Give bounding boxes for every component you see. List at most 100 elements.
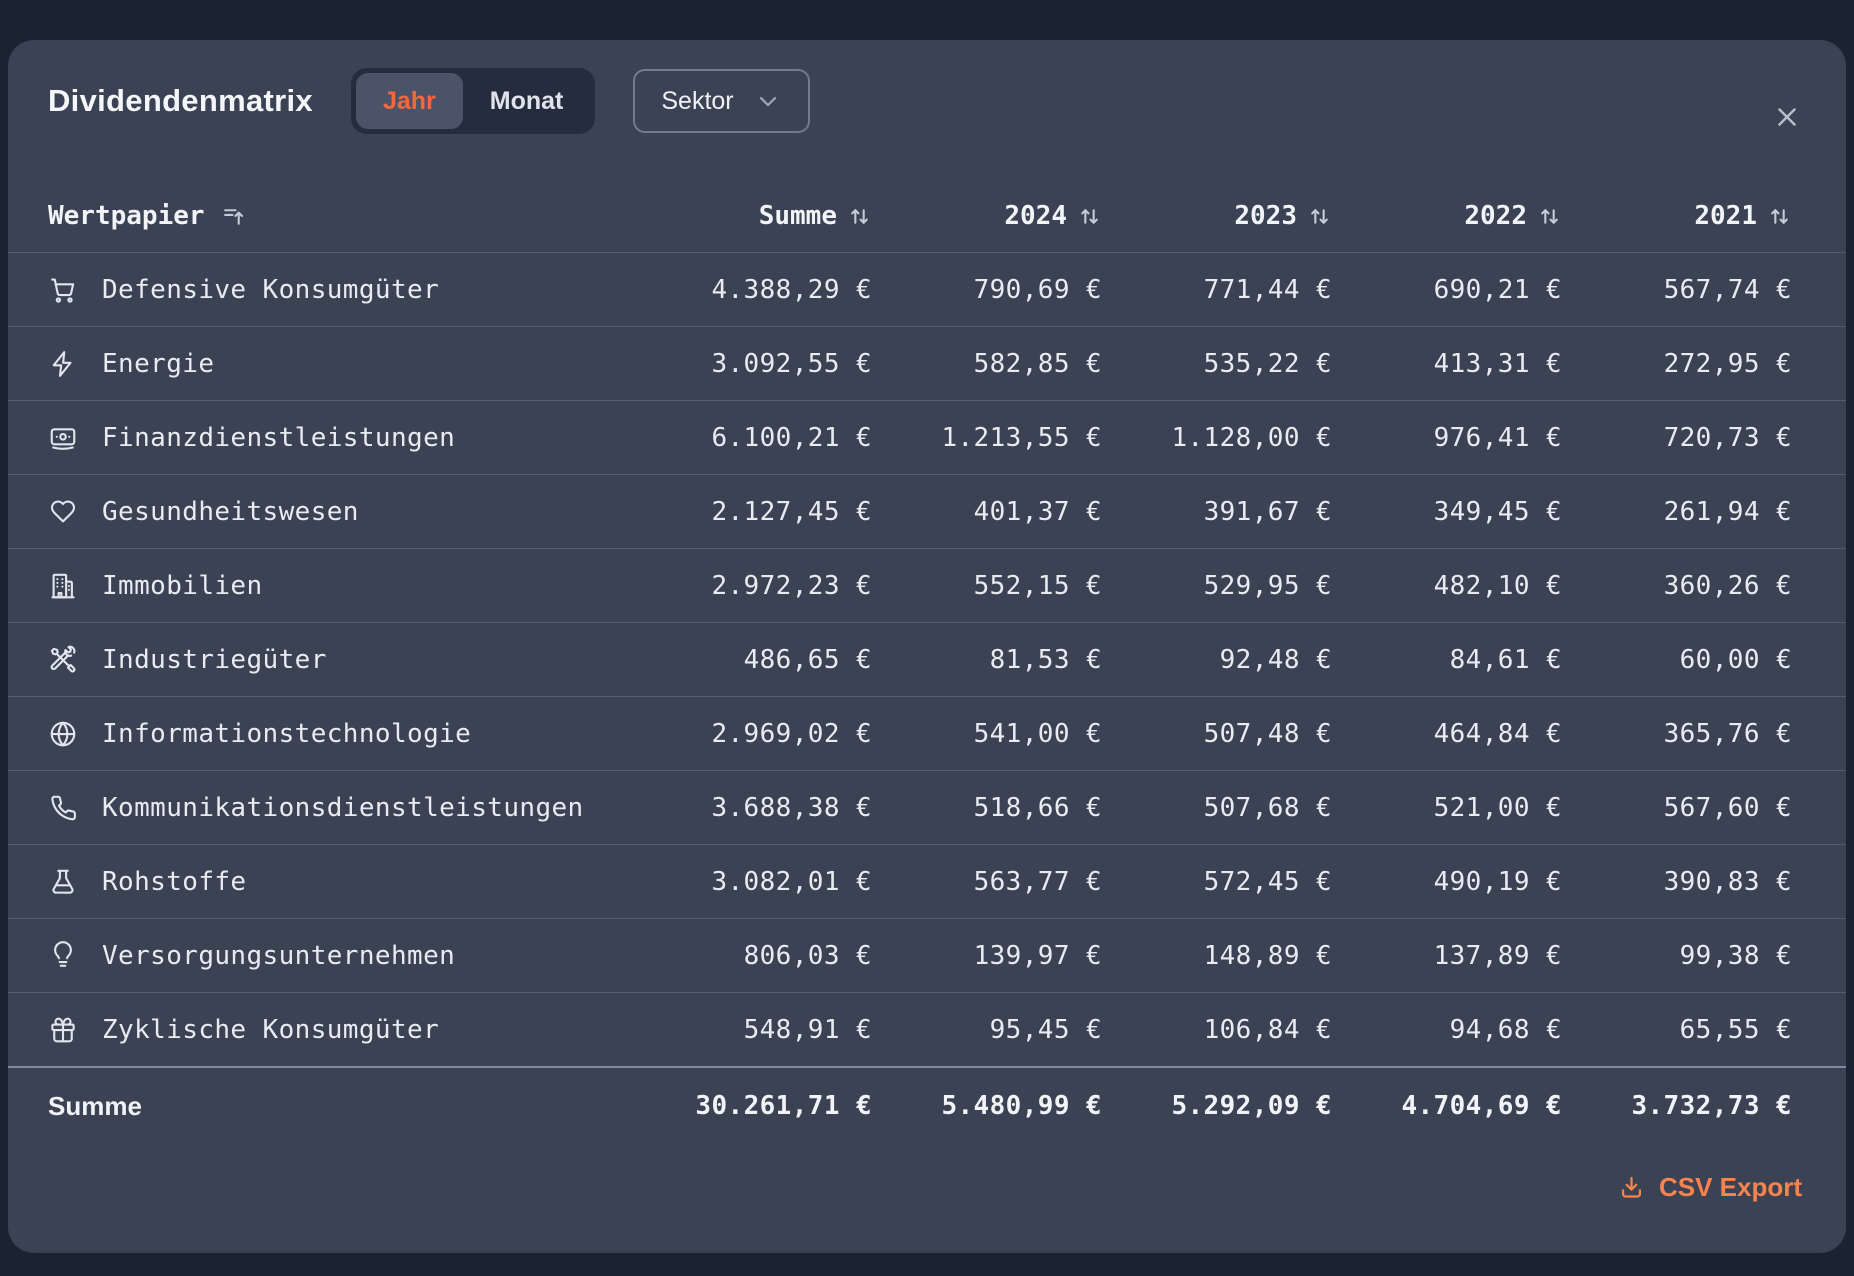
value-2023: 771,44 € (1102, 275, 1332, 305)
globe-icon (48, 719, 78, 749)
table-row: Immobilien 2.972,23 € 552,15 € 529,95 € … (8, 548, 1846, 622)
table-row: Energie 3.092,55 € 582,85 € 535,22 € 413… (8, 326, 1846, 400)
value-2021: 390,83 € (1562, 867, 1792, 897)
row-label-cell: Zyklische Konsumgüter (48, 1015, 642, 1045)
footer-total-2022: 4.704,69 € (1332, 1091, 1562, 1121)
value-2023: 391,67 € (1102, 497, 1332, 527)
table-row: Finanzdienstleistungen 6.100,21 € 1.213,… (8, 400, 1846, 474)
table-row: Informationstechnologie 2.969,02 € 541,0… (8, 696, 1846, 770)
column-header-wertpapier[interactable]: Wertpapier (48, 201, 642, 231)
row-label-cell: Defensive Konsumgüter (48, 275, 642, 305)
footer-label: Summe (48, 1091, 642, 1122)
sort-arrows-icon (1077, 204, 1102, 229)
column-header-summe[interactable]: Summe (642, 201, 872, 231)
table-body: Defensive Konsumgüter 4.388,29 € 790,69 … (8, 252, 1846, 1066)
value-2024: 95,45 € (872, 1015, 1102, 1045)
value-2024: 518,66 € (872, 793, 1102, 823)
column-header-label: Summe (759, 201, 837, 231)
value-2023: 507,68 € (1102, 793, 1332, 823)
value-2023: 148,89 € (1102, 941, 1332, 971)
row-label-cell: Versorgungsunternehmen (48, 941, 642, 971)
sector-label: Versorgungsunternehmen (102, 941, 455, 971)
column-header-2021[interactable]: 2021 (1562, 201, 1792, 231)
phone-icon (48, 793, 78, 823)
value-summe: 4.388,29 € (642, 275, 872, 305)
value-2024: 81,53 € (872, 645, 1102, 675)
value-2024: 1.213,55 € (872, 423, 1102, 453)
value-summe: 3.082,01 € (642, 867, 872, 897)
value-2022: 413,31 € (1332, 349, 1562, 379)
footer-total-2021: 3.732,73 € (1562, 1091, 1792, 1121)
heart-icon (48, 497, 78, 527)
value-2024: 139,97 € (872, 941, 1102, 971)
footer-total-2024: 5.480,99 € (872, 1091, 1102, 1121)
column-header-2024[interactable]: 2024 (872, 201, 1102, 231)
table-row: Industriegüter 486,65 € 81,53 € 92,48 € … (8, 622, 1846, 696)
value-2022: 690,21 € (1332, 275, 1562, 305)
value-2023: 92,48 € (1102, 645, 1332, 675)
value-summe: 548,91 € (642, 1015, 872, 1045)
value-2022: 482,10 € (1332, 571, 1562, 601)
value-2021: 567,74 € (1562, 275, 1792, 305)
toggle-jahr-button[interactable]: Jahr (356, 73, 463, 129)
table-row: Rohstoffe 3.082,01 € 563,77 € 572,45 € 4… (8, 844, 1846, 918)
table-header-row: Wertpapier Summe 2024 2023 2022 2021 (8, 180, 1846, 252)
column-header-2022[interactable]: 2022 (1332, 201, 1562, 231)
value-2024: 790,69 € (872, 275, 1102, 305)
value-summe: 2.969,02 € (642, 719, 872, 749)
column-header-label: 2024 (1004, 201, 1067, 231)
value-2023: 529,95 € (1102, 571, 1332, 601)
value-2024: 541,00 € (872, 719, 1102, 749)
value-2022: 976,41 € (1332, 423, 1562, 453)
value-2023: 572,45 € (1102, 867, 1332, 897)
zap-icon (48, 349, 78, 379)
table-row: Versorgungsunternehmen 806,03 € 139,97 €… (8, 918, 1846, 992)
value-2023: 507,48 € (1102, 719, 1332, 749)
column-header-2023[interactable]: 2023 (1102, 201, 1332, 231)
value-2024: 582,85 € (872, 349, 1102, 379)
modal-header: Dividendenmatrix Jahr Monat Sektor (8, 40, 1846, 134)
value-2021: 60,00 € (1562, 645, 1792, 675)
value-2023: 106,84 € (1102, 1015, 1332, 1045)
table-row: Zyklische Konsumgüter 548,91 € 95,45 € 1… (8, 992, 1846, 1066)
value-2024: 563,77 € (872, 867, 1102, 897)
download-icon (1618, 1174, 1645, 1201)
value-2021: 272,95 € (1562, 349, 1792, 379)
close-button[interactable] (1770, 100, 1804, 134)
sort-arrows-icon (1537, 204, 1562, 229)
row-label-cell: Informationstechnologie (48, 719, 642, 749)
sector-label: Kommunikationsdienstleistungen (102, 793, 584, 823)
building-icon (48, 571, 78, 601)
value-2021: 567,60 € (1562, 793, 1792, 823)
sektor-dropdown[interactable]: Sektor (633, 69, 809, 133)
value-summe: 6.100,21 € (642, 423, 872, 453)
column-header-label: 2023 (1234, 201, 1297, 231)
value-2022: 349,45 € (1332, 497, 1562, 527)
value-2021: 365,76 € (1562, 719, 1792, 749)
row-label-cell: Immobilien (48, 571, 642, 601)
sector-label: Finanzdienstleistungen (102, 423, 455, 453)
page-background: { "modal": { "title": "Dividendenmatrix"… (0, 0, 1854, 1276)
value-2022: 94,68 € (1332, 1015, 1562, 1045)
lightbulb-icon (48, 941, 78, 971)
value-2024: 401,37 € (872, 497, 1102, 527)
value-2022: 84,61 € (1332, 645, 1562, 675)
value-2024: 552,15 € (872, 571, 1102, 601)
sector-label: Gesundheitswesen (102, 497, 359, 527)
value-2021: 720,73 € (1562, 423, 1792, 453)
period-toggle: Jahr Monat (351, 68, 595, 134)
column-header-label: Wertpapier (48, 201, 205, 231)
value-summe: 2.127,45 € (642, 497, 872, 527)
sort-arrows-icon (1307, 204, 1332, 229)
row-label-cell: Industriegüter (48, 645, 642, 675)
toggle-monat-button[interactable]: Monat (463, 73, 591, 129)
csv-export-button[interactable]: CSV Export (1618, 1172, 1802, 1203)
table-row: Defensive Konsumgüter 4.388,29 € 790,69 … (8, 252, 1846, 326)
column-header-label: 2022 (1464, 201, 1527, 231)
sort-arrows-icon (847, 204, 872, 229)
wrench-screwdriver-icon (48, 645, 78, 675)
value-summe: 3.688,38 € (642, 793, 872, 823)
sector-label: Rohstoffe (102, 867, 246, 897)
sort-ascending-icon (221, 204, 246, 229)
value-2022: 137,89 € (1332, 941, 1562, 971)
